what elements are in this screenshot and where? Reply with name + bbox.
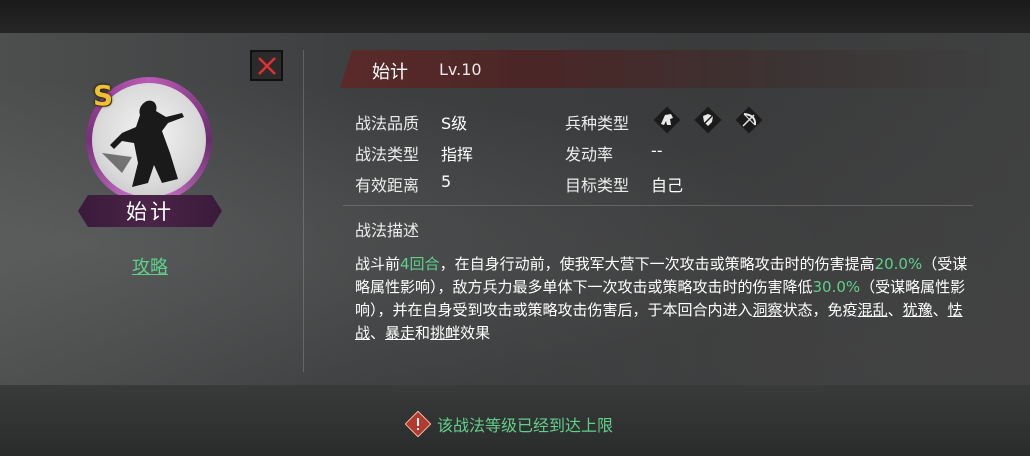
quality-value: S级 [441,114,468,133]
notice-text: 该战法等级已经到达上限 [437,416,614,435]
section-divider [343,205,973,206]
desc-text: 效果 [460,324,491,342]
tactic-description: 战斗前4回合，在自身行动前，使我军大营下一次攻击或策略攻击时的伤害提高20.0%… [355,253,980,345]
rate-value: -- [651,141,663,160]
range-value: 5 [441,172,452,191]
keyword-chaos[interactable]: 混乱 [858,301,888,319]
keyword-hesitation[interactable]: 犹豫 [903,301,933,319]
max-level-notice: 该战法等级已经到达上限 [405,410,613,438]
top-band [0,0,1030,33]
troop-label: 兵种类型 [565,114,630,133]
keyword-insight[interactable]: 洞察 [753,301,783,319]
quality-label: 战法品质 [355,114,420,133]
desc-text: 战斗前 [355,255,401,273]
desc-text: 状态，免疫 [782,301,858,319]
tactic-level: Lv.10 [439,60,482,79]
type-value: 指挥 [441,145,474,164]
desc-separator: 和 [415,324,431,342]
desc-highlight-damage-up: 20.0% [874,255,923,273]
desc-separator: 、 [887,301,903,319]
shield-icon [693,105,723,135]
bow-icon [734,105,764,135]
tactic-name-label: 始计 [126,200,174,224]
cavalry-icon [652,105,682,135]
close-icon [257,56,276,75]
target-value: 自己 [651,176,684,195]
keyword-taunt[interactable]: 挑衅 [430,324,460,342]
tactic-name-plate: 始计 [78,195,222,227]
tactic-title: 始计 [372,62,408,83]
desc-separator: 、 [370,324,386,342]
guide-link[interactable]: 攻略 [120,253,180,279]
type-label: 战法类型 [355,145,420,164]
desc-highlight-rounds: 4回合 [400,255,440,273]
desc-separator: 、 [932,301,948,319]
warning-icon [405,411,431,437]
rate-label: 发动率 [565,145,614,164]
desc-text: ，在自身行动前，使我军大营下一次攻击或策略攻击时的伤害提高 [439,255,875,273]
desc-highlight-damage-down: 30.0% [812,278,861,296]
grade-badge: S [93,79,114,112]
close-button[interactable] [250,50,283,81]
description-title: 战法描述 [355,221,420,240]
range-label: 有效距离 [355,176,420,195]
panel-divider [303,50,304,372]
keyword-rampage[interactable]: 暴走 [385,324,415,342]
target-label: 目标类型 [565,176,630,195]
